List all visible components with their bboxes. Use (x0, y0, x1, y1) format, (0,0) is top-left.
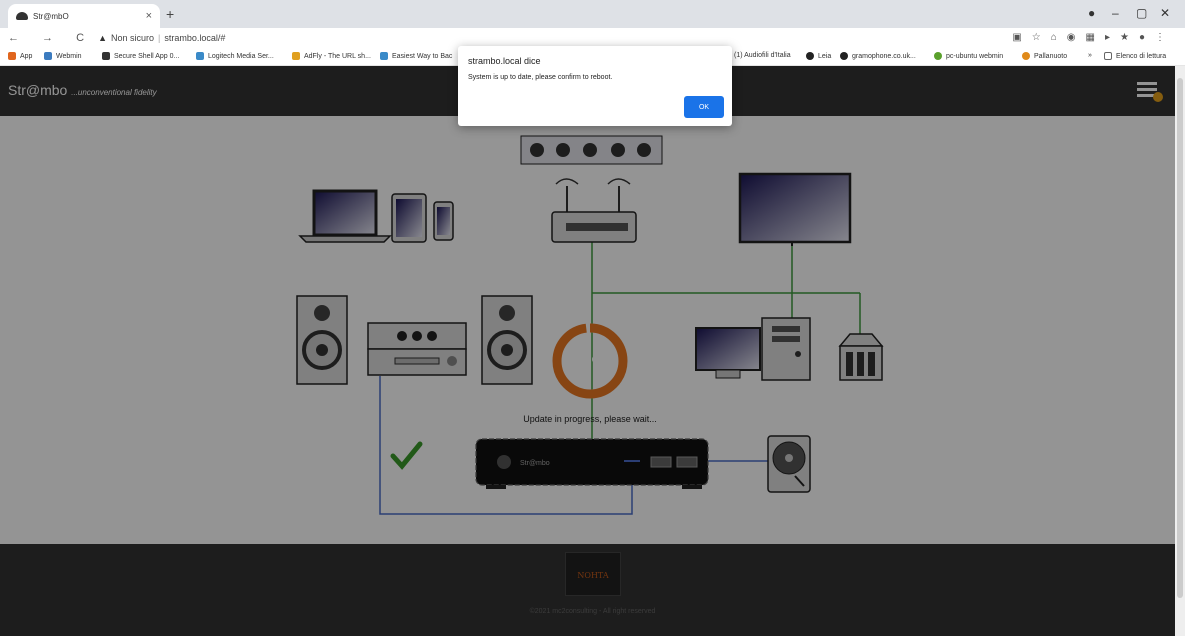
extension-icons[interactable]: ▣☆⌂◉▦▸★●⋮ (1012, 32, 1175, 43)
bookmark-icon (840, 52, 848, 60)
security-label[interactable]: Non sicuro (111, 33, 154, 43)
bookmark-item[interactable]: (1) Audiofili d'Italia (734, 52, 791, 59)
bookmark-item[interactable]: Pallanuoto (1022, 52, 1067, 60)
ok-button[interactable]: OK (684, 96, 724, 118)
maximize-button[interactable]: ▢ (1136, 6, 1147, 20)
browser-toolbar: ← → C ▲ Non sicuro | strambo.local/# ▣☆⌂… (0, 28, 1185, 48)
bookmark-icon (806, 52, 814, 60)
bookmark-icon (934, 52, 942, 60)
bookmark-item[interactable]: Secure Shell App 0... (102, 52, 179, 60)
bookmark-item[interactable]: Logitech Media Ser... (196, 52, 274, 60)
alert-dialog: strambo.local dice System is up to date,… (458, 46, 732, 126)
bookmark-icon (1022, 52, 1030, 60)
dialog-title: strambo.local dice (468, 56, 541, 66)
browser-tab[interactable]: Str@mbO × (8, 4, 160, 28)
bookmark-item[interactable]: gramophone.co.uk... (840, 52, 916, 60)
apps-icon (8, 52, 16, 60)
new-tab-button[interactable]: + (166, 6, 174, 22)
url-separator: | (158, 33, 161, 43)
close-tab-icon[interactable]: × (146, 10, 152, 22)
bookmark-icon (292, 52, 300, 60)
bookmark-item[interactable]: App (8, 52, 32, 60)
reading-list-button[interactable]: Elenco di lettura (1104, 52, 1166, 60)
reading-list-icon (1104, 52, 1112, 60)
vertical-scrollbar[interactable] (1175, 66, 1185, 636)
modal-overlay (0, 66, 1185, 636)
profile-icon[interactable]: ● (1088, 6, 1095, 20)
scrollbar-thumb[interactable] (1177, 78, 1183, 598)
webmin-icon (44, 52, 52, 60)
bookmark-item[interactable]: Leia (806, 52, 831, 60)
browser-tab-strip: Str@mbO × + ● – ▢ ✕ (0, 0, 1185, 28)
dialog-message: System is up to date, please confirm to … (468, 74, 613, 81)
tab-title: Str@mbO (33, 11, 69, 21)
bookmark-icon (380, 52, 388, 60)
bookmark-item[interactable]: AdFly - The URL sh... (292, 52, 371, 60)
navigation-buttons[interactable]: ← → C (8, 32, 94, 44)
warning-icon[interactable]: ▲ (98, 33, 107, 43)
address-bar[interactable]: strambo.local/# (164, 33, 225, 43)
minimize-button[interactable]: – (1112, 6, 1119, 20)
bookmark-item[interactable]: pc-ubuntu webmin (934, 52, 1003, 60)
terminal-icon (102, 52, 110, 60)
bookmarks-overflow-button[interactable]: » (1088, 52, 1092, 59)
bookmark-icon (196, 52, 204, 60)
strambo-favicon-icon (16, 12, 28, 20)
bookmark-item[interactable]: Easiest Way to Bac (380, 52, 452, 60)
web-page: Str@mbo ...unconventional fidelity 98% U… (0, 66, 1185, 636)
bookmark-item[interactable]: Webmin (44, 52, 82, 60)
close-window-button[interactable]: ✕ (1160, 6, 1170, 20)
